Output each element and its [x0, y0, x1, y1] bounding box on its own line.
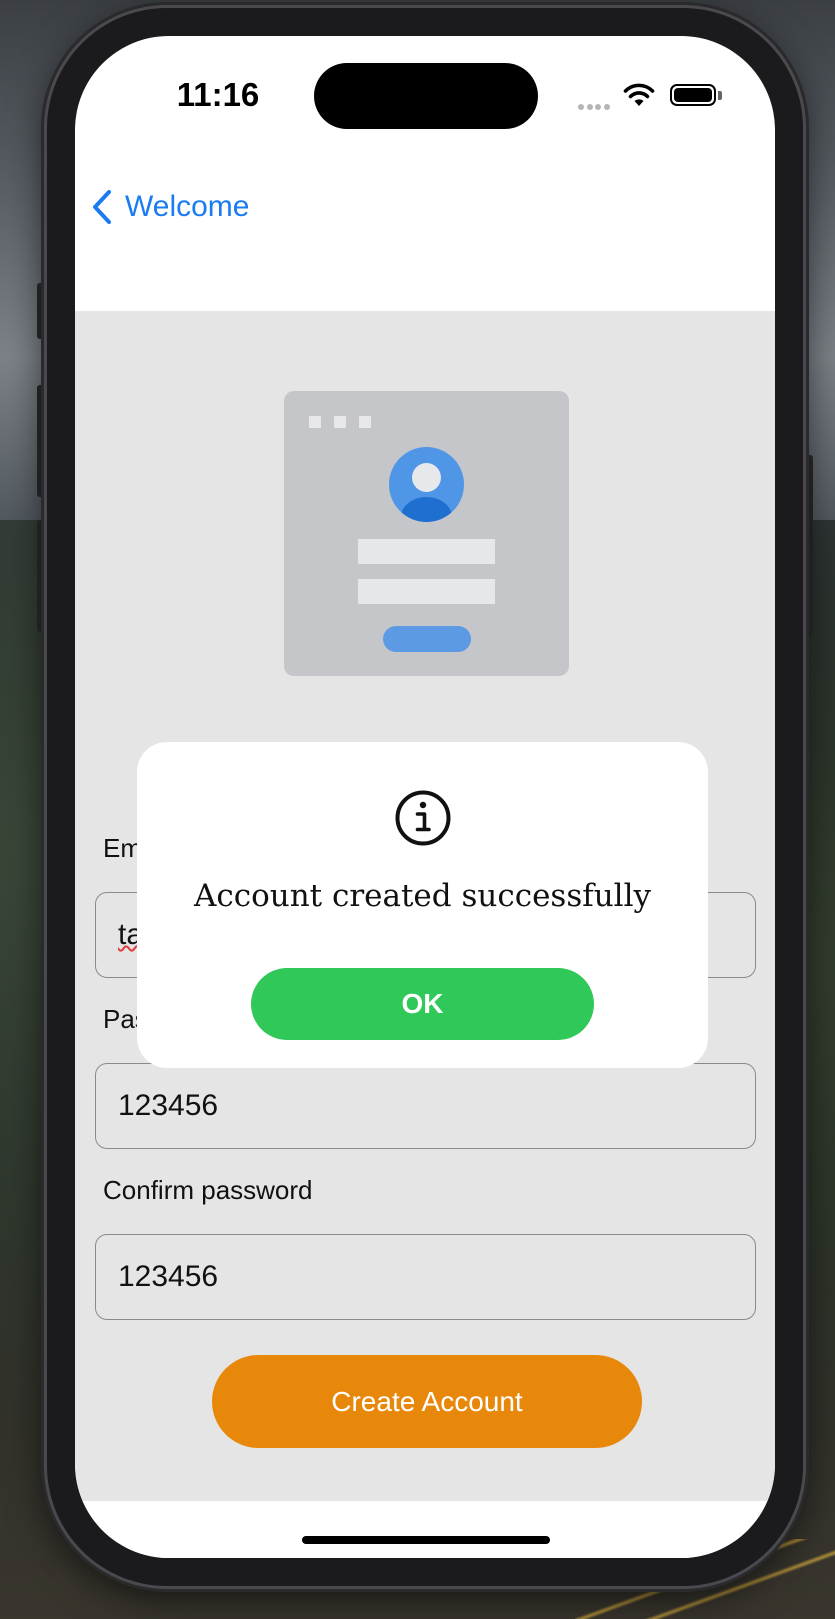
home-area: [75, 1501, 775, 1558]
volume-up-button: [37, 385, 47, 497]
dynamic-island: [314, 63, 538, 129]
illustration-button: [383, 626, 471, 652]
illustration-field: [358, 579, 495, 604]
battery-tip: [718, 91, 722, 100]
confirm-password-label: Confirm password: [103, 1175, 313, 1205]
status-bar: 11:16: [75, 36, 775, 146]
chevron-left-icon: [93, 190, 111, 224]
illustration-window-dot: [334, 416, 346, 428]
navigation-bar: Welcome: [75, 146, 775, 311]
create-account-button[interactable]: Create Account: [212, 1355, 642, 1448]
battery-icon: [670, 84, 716, 106]
illustration-field: [358, 539, 495, 564]
volume-down-button: [37, 520, 47, 632]
illustration-window-dot: [359, 416, 371, 428]
wifi-icon: [623, 83, 655, 106]
info-circle-icon: [395, 790, 451, 846]
ok-button[interactable]: OK: [251, 968, 594, 1040]
phone-screen: 11:16 Welcome Em ta Pas 123456 Confirm p…: [75, 36, 775, 1558]
cellular-signal-icon: [578, 97, 614, 110]
success-alert: Account created successfully OK: [137, 742, 708, 1068]
back-button[interactable]: Welcome: [89, 184, 249, 230]
alert-message: Account created successfully: [193, 878, 652, 914]
password-field[interactable]: 123456: [95, 1063, 756, 1149]
home-indicator[interactable]: [302, 1536, 550, 1544]
confirm-password-field[interactable]: 123456: [95, 1234, 756, 1320]
user-avatar-icon: [389, 447, 464, 522]
silent-switch: [37, 283, 47, 339]
illustration-window-dot: [309, 416, 321, 428]
phone-frame: 11:16 Welcome Em ta Pas 123456 Confirm p…: [47, 8, 803, 1586]
status-time: 11:16: [176, 76, 260, 113]
power-button: [803, 455, 813, 635]
back-button-label: Welcome: [125, 190, 250, 223]
signup-illustration: [284, 391, 569, 676]
